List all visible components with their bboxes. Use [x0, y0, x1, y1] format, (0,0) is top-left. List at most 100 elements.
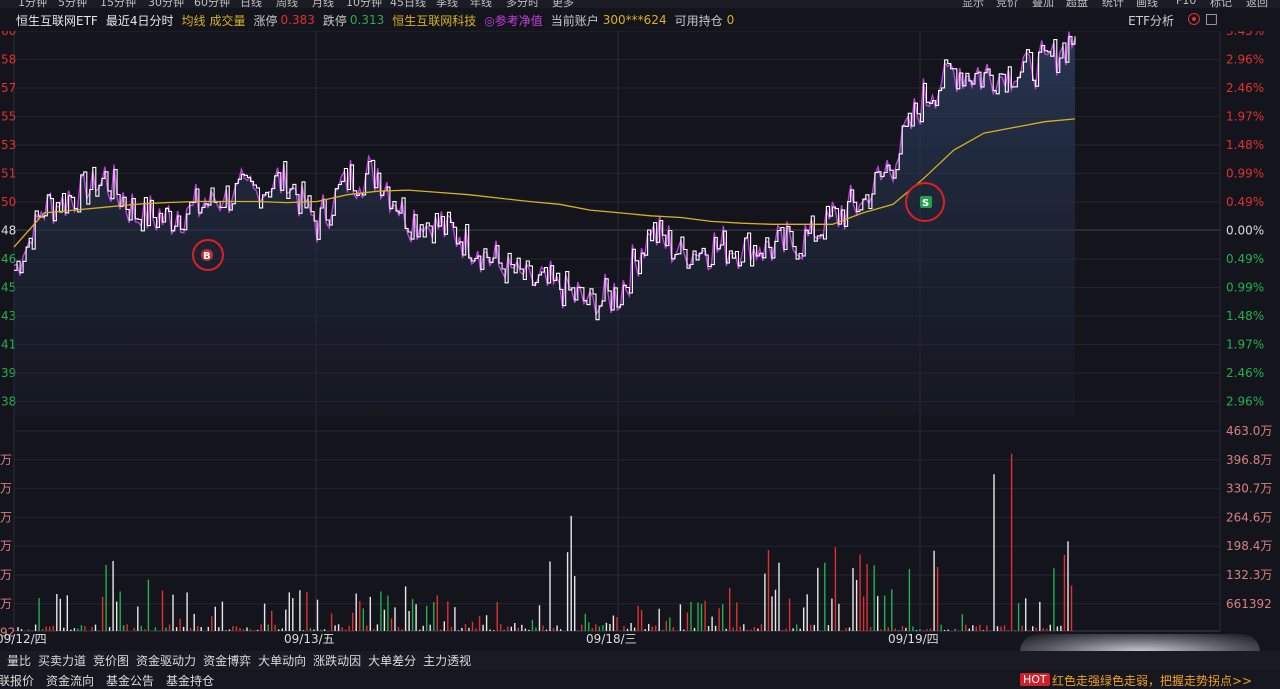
- right-pct-tick: 2.46%: [1226, 366, 1264, 380]
- volume-left-tick: 万: [0, 568, 12, 582]
- period-12[interactable]: 多分时: [506, 0, 539, 8]
- left-price-tick: 41: [1, 338, 16, 352]
- period-6[interactable]: 周线: [276, 0, 298, 8]
- indicator-tab-4[interactable]: 资金博弈: [203, 652, 251, 669]
- info-tab-0[interactable]: 联报价: [0, 672, 34, 689]
- right-pct-tick: 1.97%: [1226, 110, 1264, 124]
- left-price-tick: 38: [1, 395, 16, 409]
- toolbar-6[interactable]: F10: [1176, 0, 1196, 7]
- toolbar-5[interactable]: 画线: [1136, 0, 1158, 8]
- indicator-tab-1[interactable]: 买卖力道: [38, 652, 86, 669]
- avg-line-label: 均线: [181, 13, 206, 28]
- left-price-tick: 43: [1, 309, 16, 323]
- volume-tick: 463.0万: [1226, 424, 1272, 438]
- left-price-tick: 55: [1, 110, 16, 124]
- toolbar-8[interactable]: 返回: [1246, 0, 1268, 8]
- hot-badge: HOT: [1020, 673, 1050, 686]
- buy-marker-label: B: [203, 251, 211, 262]
- period-8[interactable]: 10分钟: [346, 0, 382, 8]
- indicator-tab-3[interactable]: 资金驱动力: [136, 652, 196, 669]
- etf-analysis-button[interactable]: ETF分析: [1128, 12, 1174, 29]
- intraday-chart[interactable]: 60 58 57 55 53 51 50 48 46 45 43 41 39 38 3.45% 2.96% 2.…: [0, 31, 1280, 651]
- volume-tick: 396.8万: [1226, 453, 1272, 467]
- left-price-tick: 48: [1, 224, 16, 238]
- period-10[interactable]: 季线: [436, 0, 458, 8]
- period-9[interactable]: 45日线: [390, 0, 426, 8]
- indicator-tab-2[interactable]: 竞价图: [93, 652, 129, 669]
- left-price-tick: 60: [1, 31, 16, 38]
- left-price-tick: 57: [1, 81, 16, 95]
- x-axis-label: 09/12/四: [0, 632, 47, 646]
- position-value: 0: [726, 13, 735, 27]
- right-pct-tick: 2.96%: [1226, 395, 1264, 409]
- account-value: 300***624: [602, 13, 667, 27]
- left-price-tick: 53: [1, 138, 16, 152]
- period-0[interactable]: 1分钟: [18, 0, 47, 8]
- period-1[interactable]: 5分钟: [58, 0, 87, 8]
- info-tab-1[interactable]: 资金流向: [46, 672, 94, 689]
- period-13[interactable]: 更多: [552, 0, 574, 8]
- indicator-tab-7[interactable]: 大单差分: [368, 652, 416, 669]
- limit-up-label: 涨停: [253, 13, 278, 28]
- indicator-tabs: 量比 买卖力道 竞价图 资金驱动力 资金博弈 大单动向 涨跌动因 大单差分 主力透视: [0, 651, 1280, 670]
- limit-up-value: 0.383: [280, 13, 315, 27]
- period-2[interactable]: 15分钟: [100, 0, 136, 8]
- volume-left-tick: 万: [0, 539, 12, 553]
- left-price-tick: 50: [1, 195, 16, 209]
- period-7[interactable]: 月线: [312, 0, 334, 8]
- position-label: 可用持仓: [674, 13, 723, 28]
- right-pct-tick: 0.49%: [1226, 195, 1264, 209]
- right-pct-tick: 3.45%: [1226, 31, 1264, 38]
- toolbar-2[interactable]: 叠加: [1032, 0, 1054, 8]
- toolbar-0[interactable]: 显示: [962, 0, 984, 8]
- volume-left-tick: 万: [0, 597, 12, 611]
- hot-link[interactable]: 红色走强绿色走弱，把握走势拐点>>: [1052, 672, 1252, 689]
- volume-tick: 198.4万: [1226, 539, 1272, 553]
- indicator-tab-8[interactable]: 主力透视: [423, 652, 471, 669]
- right-pct-tick: 1.48%: [1226, 138, 1264, 152]
- period-5[interactable]: 日线: [240, 0, 262, 8]
- limit-down-label: 跌停: [322, 13, 347, 28]
- left-price-tick: 58: [1, 53, 16, 67]
- toolbar-4[interactable]: 统计: [1102, 0, 1124, 8]
- right-pct-tick: 0.99%: [1226, 167, 1264, 181]
- period-3[interactable]: 30分钟: [148, 0, 184, 8]
- toolbar-3[interactable]: 超盘: [1066, 0, 1088, 8]
- toolbar-1[interactable]: 竞价: [996, 0, 1018, 8]
- right-pct-tick: 0.00%: [1226, 224, 1264, 238]
- nav-label: ◎参考净值: [484, 13, 543, 28]
- range-label[interactable]: 最近4日分时: [106, 12, 174, 29]
- volume-tick: 264.6万: [1226, 510, 1272, 524]
- right-pct-tick: 0.49%: [1226, 252, 1264, 266]
- volume-label: 成交量: [209, 13, 246, 28]
- sell-marker-label: S: [922, 198, 929, 209]
- period-11[interactable]: 年线: [470, 0, 492, 8]
- left-price-tick: 39: [1, 366, 16, 380]
- chart-info-bar: 恒生互联网ETF 最近4日分时 均线 成交量 涨停 0.383 跌停 0.313…: [0, 9, 1280, 31]
- right-pct-tick: 2.96%: [1226, 53, 1264, 67]
- volume-tick: 330.7万: [1226, 482, 1272, 496]
- toolbar-7[interactable]: 标记: [1210, 0, 1232, 8]
- right-pct-tick: 0.99%: [1226, 281, 1264, 295]
- account-label: 当前账户: [550, 13, 599, 28]
- volume-left-tick: 万: [0, 453, 12, 467]
- target-icon[interactable]: [1188, 13, 1200, 25]
- indicator-tab-0[interactable]: 量比: [7, 652, 31, 669]
- indicator-tab-5[interactable]: 大单动向: [258, 652, 306, 669]
- indicator-tab-6[interactable]: 涨跌动因: [313, 652, 361, 669]
- left-price-tick: 45: [1, 281, 16, 295]
- right-pct-tick: 1.48%: [1226, 309, 1264, 323]
- volume-left-tick: 万: [0, 482, 12, 496]
- price-area: [14, 36, 1075, 415]
- period-4[interactable]: 60分钟: [194, 0, 230, 8]
- volume-tick: 661392: [1226, 597, 1272, 611]
- volume-tick: 132.3万: [1226, 568, 1272, 582]
- info-tab-2[interactable]: 基金公告: [106, 672, 154, 689]
- left-price-tick: 46: [1, 252, 16, 266]
- x-axis-label: 09/19/四: [888, 632, 939, 646]
- right-pct-tick: 1.97%: [1226, 338, 1264, 352]
- x-axis-label: 09/18/三: [586, 632, 637, 646]
- right-pct-tick: 2.46%: [1226, 81, 1264, 95]
- info-tab-3[interactable]: 基金持仓: [166, 672, 214, 689]
- close-icon[interactable]: □: [1205, 11, 1218, 27]
